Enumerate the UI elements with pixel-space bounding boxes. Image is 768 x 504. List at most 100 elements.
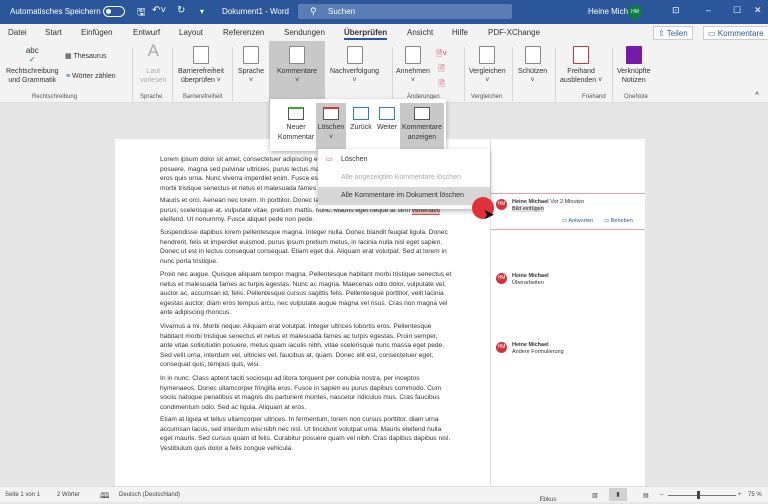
comments-dropdown: Neuer Kommentar Löschen ˅ Zurück Weiter Ko…	[270, 99, 446, 151]
tab-einfuegen[interactable]: Einfügen	[81, 28, 113, 37]
language-label: Sprache	[238, 68, 265, 75]
search-placeholder: Suchen	[328, 7, 356, 16]
ink-label: Freihand	[567, 68, 595, 75]
comment-pane-divider	[490, 139, 491, 486]
protect-button[interactable]: Schützen ˅	[518, 46, 547, 85]
accept-button[interactable]: Annehmen ˅	[396, 46, 430, 85]
previous-change-icon: 🗎	[438, 64, 445, 73]
search-box[interactable]: ⚲ Suchen	[298, 4, 512, 19]
comment-avatar: HM	[496, 273, 507, 284]
new-comment-icon	[288, 107, 304, 120]
tab-entwurf[interactable]: Entwurf	[133, 28, 160, 37]
menu-item-delete[interactable]: ▭ Löschen	[318, 151, 490, 169]
protect-label: Schützen	[518, 68, 548, 75]
maximize-icon[interactable]: ☐	[733, 5, 741, 16]
linked-notes-button[interactable]: Verknüpfte Notizen	[617, 46, 650, 85]
word-count[interactable]: 2 Wörter	[57, 492, 80, 498]
tab-hilfe[interactable]: Hilfe	[452, 28, 468, 37]
close-icon[interactable]: ✕	[754, 5, 762, 16]
group-label-sprache: Sprache	[140, 94, 163, 100]
user-avatar[interactable]: HM	[628, 5, 642, 19]
zoom-slider-handle[interactable]	[697, 491, 700, 499]
compare-icon	[479, 46, 496, 64]
tab-layout[interactable]: Layout	[179, 28, 203, 37]
reply-button[interactable]: ▭ Antworten	[562, 218, 593, 224]
zoom-slider[interactable]	[668, 495, 736, 496]
read-label: Laut	[146, 68, 161, 75]
language-icon	[243, 46, 260, 64]
text: eleifend. Ut nonummy. Fusce aliquet pede…	[160, 216, 315, 224]
ribbon: abc ✓ Rechtschreibung und Grammatik ▦ Thes…	[0, 41, 768, 103]
group-label-vergleichen: Vergleichen	[471, 94, 503, 100]
delete-label: Löschen	[317, 124, 345, 131]
vertical-scrollbar[interactable]	[750, 103, 760, 486]
show-comments-button[interactable]: Kommentare anzeigen	[400, 103, 444, 150]
autosave-label: Automatisches Speichern	[10, 7, 101, 16]
accessibility-button[interactable]: Barrierefreiheit überprüfen ˅	[178, 46, 224, 85]
comment-author: Heine Michael	[512, 342, 549, 348]
ink-button[interactable]: Freihand ausblenden ˅	[560, 46, 602, 85]
previous-comment-button[interactable]: Zurück	[348, 103, 374, 150]
tab-datei[interactable]: Datei	[8, 28, 27, 37]
menu-label: Löschen	[341, 156, 368, 163]
new-comment-button[interactable]: Neuer Kommentar	[274, 103, 318, 150]
comment-author: Heine Michael	[512, 199, 549, 205]
zoom-out-button[interactable]: –	[660, 492, 663, 498]
paragraph: Suspendisse dapibus lorem pellentesque m…	[160, 229, 448, 265]
language-button[interactable]: Sprache ˅	[238, 46, 264, 85]
tab-referenzen[interactable]: Referenzen	[223, 28, 264, 37]
reject-buttons[interactable]: 🗎˅ 🗎 🗎	[436, 46, 447, 91]
comment-author: Heine Michael	[512, 273, 549, 279]
undo-icon[interactable]: ↶˅	[152, 5, 166, 16]
minimize-icon[interactable]: –	[706, 5, 711, 15]
paragraph: In in nunc. Class aptent taciti sociosqu…	[160, 375, 442, 411]
tab-pdf-xchange[interactable]: PDF-XChange	[488, 28, 540, 37]
save-icon[interactable]: 🖫	[137, 5, 146, 22]
print-layout-icon[interactable]: ▮	[609, 488, 627, 501]
search-icon: ⚲	[310, 6, 317, 16]
tab-sendungen[interactable]: Sendungen	[284, 28, 325, 37]
read-mode-icon[interactable]: ▥	[592, 492, 598, 499]
thesaurus-button[interactable]: ▦ Thesaurus	[65, 52, 107, 61]
spelling-button[interactable]: abc ✓ Rechtschreibung und Grammatik	[6, 46, 59, 85]
group-label-freihand: Freihand	[582, 94, 606, 100]
zoom-level[interactable]: 75 %	[748, 492, 762, 498]
page-count[interactable]: Seite 1 von 1	[5, 492, 40, 498]
tab-ansicht[interactable]: Ansicht	[407, 28, 433, 37]
zoom-in-button[interactable]: +	[738, 492, 742, 498]
show-comments-icon	[414, 107, 430, 120]
delete-comment-button[interactable]: Löschen ˅	[316, 103, 346, 150]
collapse-ribbon-icon[interactable]: ˄	[755, 90, 759, 99]
read-aloud-button[interactable]: A Laut vorlesen	[140, 42, 166, 85]
separator	[132, 47, 133, 101]
comments-header-button[interactable]: ▭ Kommentare	[703, 26, 768, 40]
customize-icon[interactable]: ▾	[200, 7, 204, 16]
access-label-2: überprüfen ˅	[181, 77, 221, 84]
tab-start[interactable]: Start	[45, 28, 62, 37]
comments-icon	[289, 46, 305, 64]
comment-text[interactable]: Bild einfügen	[512, 206, 544, 212]
language-status[interactable]: Deutsch (Deutschland)	[119, 492, 180, 498]
separator	[464, 47, 465, 101]
comment-text[interactable]: Überarbeiten	[512, 280, 544, 286]
web-layout-icon[interactable]: ▤	[643, 492, 649, 499]
next-comment-button[interactable]: Weiter	[374, 103, 400, 150]
ribbon-display-icon[interactable]: ⊡	[672, 5, 680, 16]
wordcount-button[interactable]: ≡ Wörter zählen	[66, 72, 116, 81]
tracking-button[interactable]: Nachverfolgung ˅	[330, 46, 379, 85]
paragraph: Etiam at ligula et tellus ullamcorper ul…	[160, 416, 451, 452]
autosave-toggle[interactable]	[103, 6, 125, 17]
tab-ueberpruefen[interactable]: Überprüfen	[344, 28, 388, 40]
resolve-button[interactable]: ▭ Beheben	[604, 218, 633, 224]
menu-item-delete-all[interactable]: Alle Kommentare im Dokument löschen	[318, 187, 490, 205]
separator	[612, 47, 613, 101]
menu-item-delete-shown[interactable]: Alle angezeigten Kommentare löschen	[318, 169, 490, 187]
redo-icon[interactable]: ↻	[177, 5, 185, 16]
thesaurus-label: Thesaurus	[73, 53, 107, 60]
share-button[interactable]: ⇧ Teilen	[653, 26, 693, 40]
comment-text[interactable]: Andere Formulierung	[512, 349, 564, 355]
compare-button[interactable]: Vergleichen ˅	[469, 46, 506, 85]
comments-button[interactable]: Kommentare ˅	[269, 41, 325, 103]
comments-ribbon-label: Kommentare	[276, 68, 318, 75]
new-label-2: Kommentar	[277, 134, 315, 141]
